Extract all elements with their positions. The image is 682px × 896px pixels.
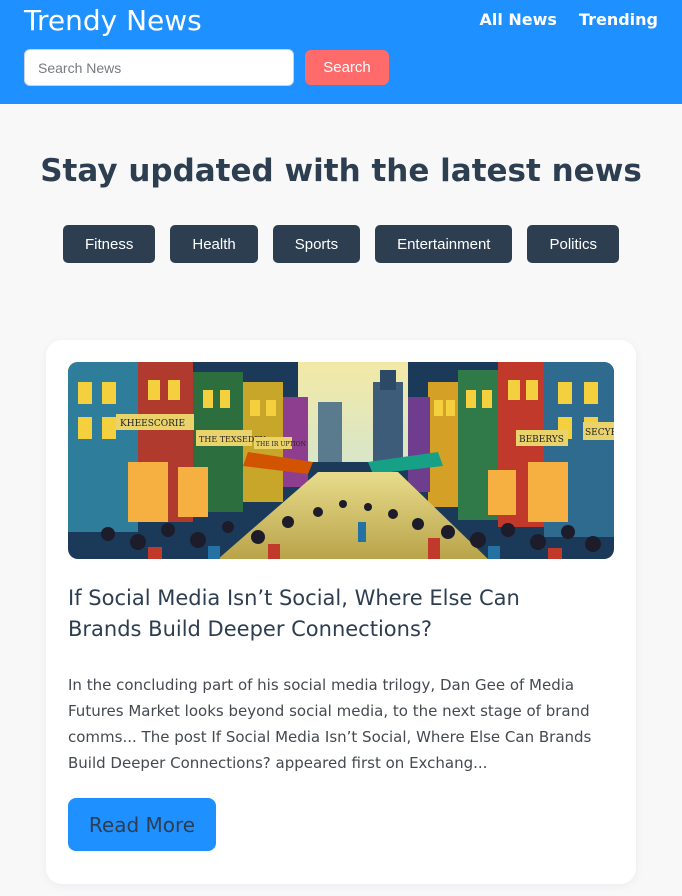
- search-button[interactable]: Search: [305, 50, 389, 85]
- site-brand[interactable]: Trendy News: [24, 4, 202, 38]
- illustration-busy-colorful-city-street: KHEESCORIE THE TEXSEDEY THE IR UPTION BE…: [68, 362, 614, 559]
- category-health[interactable]: Health: [170, 225, 258, 263]
- site-header: Trendy News All News Trending Search: [0, 0, 682, 104]
- article-card: KHEESCORIE THE TEXSEDEY THE IR UPTION BE…: [46, 340, 636, 884]
- sign-text-1: KHEESCORIE: [120, 419, 185, 429]
- nav-trending[interactable]: Trending: [579, 10, 658, 30]
- search-input[interactable]: [24, 49, 294, 86]
- article-title[interactable]: If Social Media Isn’t Social, Where Else…: [68, 583, 598, 645]
- sign-text-4: BEBERYS: [519, 435, 564, 445]
- page-headline: Stay updated with the latest news: [40, 153, 642, 189]
- nav-all-news[interactable]: All News: [479, 10, 556, 30]
- category-filters: Fitness Health Sports Entertainment Poli…: [0, 225, 682, 263]
- category-entertainment[interactable]: Entertainment: [375, 225, 513, 263]
- article-image[interactable]: KHEESCORIE THE TEXSEDEY THE IR UPTION BE…: [68, 362, 614, 559]
- article-description: In the concluding part of his social med…: [68, 676, 592, 772]
- category-sports[interactable]: Sports: [272, 225, 361, 263]
- category-politics[interactable]: Politics: [527, 225, 619, 263]
- top-nav: All News Trending: [479, 10, 658, 30]
- category-fitness[interactable]: Fitness: [63, 225, 156, 263]
- read-more-button[interactable]: Read More: [68, 798, 216, 851]
- sign-text-3: THE IR UPTION: [256, 441, 306, 448]
- sign-text-5: SECYP: [585, 428, 614, 438]
